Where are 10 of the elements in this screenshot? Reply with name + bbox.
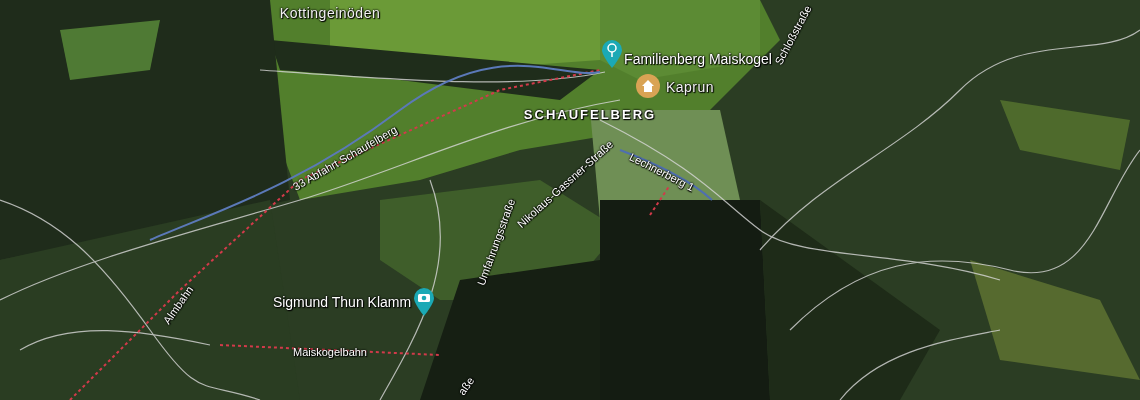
place-label: Kottingeinöden	[279, 6, 381, 22]
place-label: SCHAUFELBERG	[523, 107, 657, 123]
road-label: aße	[455, 374, 477, 398]
tree-pin-icon[interactable]	[601, 39, 623, 69]
poi-label[interactable]: Sigmund Thun Klamm	[272, 295, 412, 311]
poi-label[interactable]: Familienberg Maiskogel	[624, 52, 772, 68]
home-pin-icon[interactable]	[636, 74, 660, 98]
road-label: Maiskogelbahn	[293, 345, 367, 359]
camera-pin-icon[interactable]	[413, 287, 435, 317]
place-label: Kaprun	[665, 80, 715, 96]
